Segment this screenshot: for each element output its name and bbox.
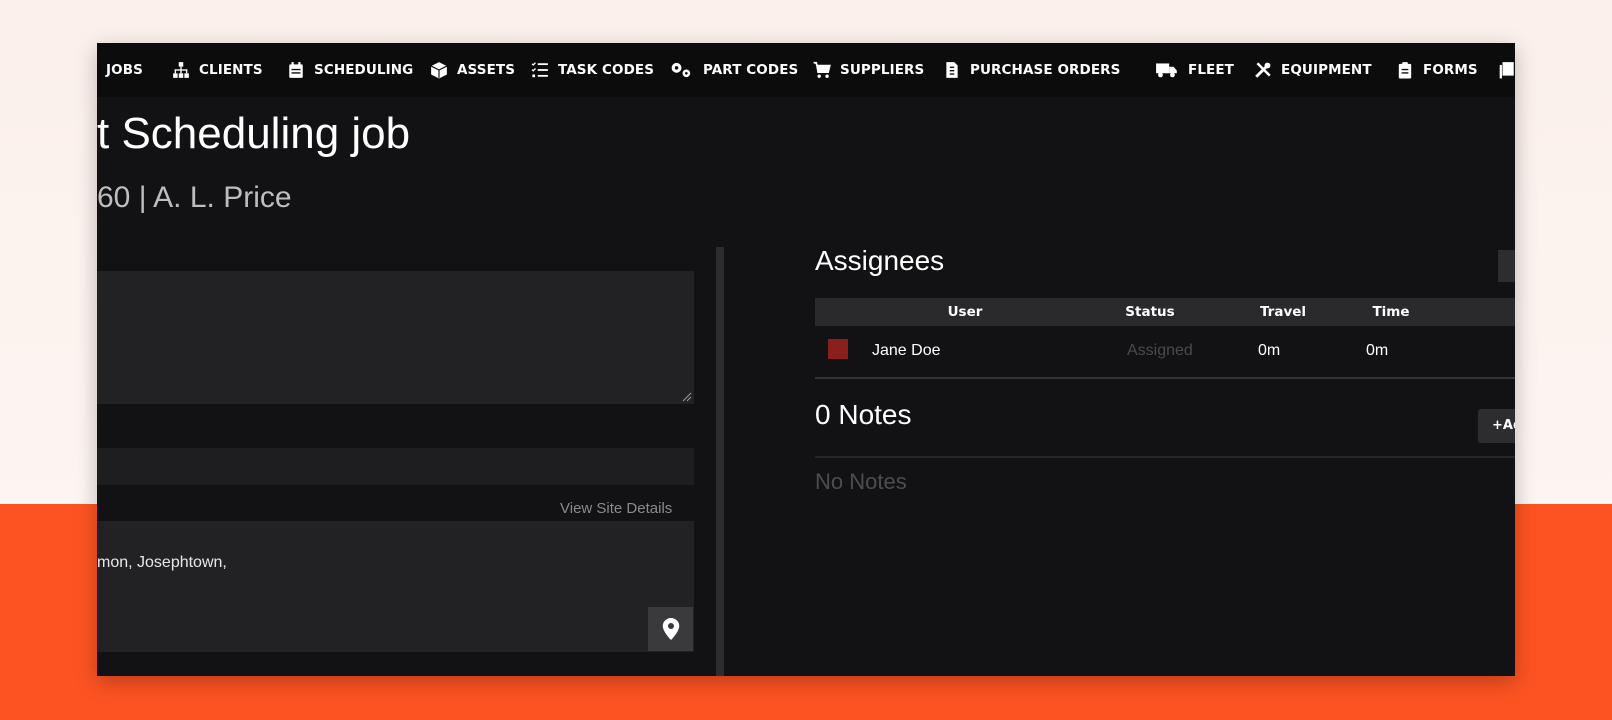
column-header-time: Time: [1372, 304, 1410, 320]
truck-icon: [1155, 61, 1179, 79]
calendar-icon: [287, 61, 305, 79]
assignee-status: Assigned: [1127, 342, 1193, 359]
notes-divider: [815, 456, 1515, 458]
nav-item-label: SCHEDULING: [314, 62, 414, 78]
documents-icon: [1498, 61, 1515, 79]
nav-item-part-codes[interactable]: PART CODES: [670, 43, 798, 97]
nav-item-fleet[interactable]: FLEET: [1155, 43, 1234, 97]
table-row[interactable]: Jane Doe Assigned 0m 0m: [815, 328, 1515, 374]
section-divider: [815, 377, 1515, 379]
page-subtitle: 60 | A. L. Price: [97, 181, 292, 214]
tools-icon: [1254, 61, 1272, 79]
nav-item-label: SUPPLIERS: [840, 62, 925, 78]
view-site-details-link[interactable]: View Site Details: [560, 500, 672, 517]
cube-icon: [430, 61, 448, 79]
nav-item-label: ASSETS: [457, 62, 516, 78]
site-address-box: mon, Josephtown,: [97, 521, 694, 652]
assignees-action-button[interactable]: [1498, 250, 1515, 282]
nav-item-label: FLEET: [1188, 62, 1234, 78]
nav-item-clients[interactable]: CLIENTS: [172, 43, 263, 97]
nav-item-label: TASK CODES: [558, 62, 655, 78]
assignee-name: Jane Doe: [872, 342, 941, 359]
nav-item-forms[interactable]: FORMS: [1396, 43, 1478, 97]
map-pin-button[interactable]: [648, 607, 693, 651]
nav-item-label: FORMS: [1423, 62, 1478, 78]
column-header-status: Status: [1125, 304, 1175, 320]
checklist-icon: [531, 61, 549, 79]
nav-item-label: PURCHASE ORDERS: [970, 62, 1121, 78]
column-header-user: User: [947, 304, 983, 320]
assignees-table-header: User Status Travel Time: [815, 298, 1515, 326]
nav-item-task-codes[interactable]: TASK CODES: [531, 43, 654, 97]
page-title: st Scheduling job: [97, 109, 411, 158]
nav-item-label: PART CODES: [703, 62, 799, 78]
nav-item-more[interactable]: [1498, 43, 1515, 97]
site-field[interactable]: [97, 448, 694, 485]
nav-item-label: EQUIPMENT: [1281, 62, 1372, 78]
nav-item-purchase-orders[interactable]: PURCHASE ORDERS: [943, 43, 1120, 97]
invoice-icon: [943, 61, 961, 79]
column-header-travel: Travel: [1259, 304, 1307, 320]
nav-item-suppliers[interactable]: SUPPLIERS: [813, 43, 924, 97]
nav-item-jobs[interactable]: JOBS: [97, 43, 143, 97]
nav-item-equipment[interactable]: EQUIPMENT: [1254, 43, 1372, 97]
nav-item-assets[interactable]: ASSETS: [430, 43, 515, 97]
assignee-color-swatch: [828, 339, 848, 359]
nav-item-label: JOBS: [106, 62, 143, 78]
assignee-time: 0m: [1366, 342, 1389, 359]
sitemap-icon: [172, 61, 190, 79]
app-window: JOBS CLIENTS SCHEDULING ASSETS TASK CODE…: [97, 43, 1515, 676]
description-textarea[interactable]: [97, 271, 694, 404]
no-notes-text: No Notes: [815, 469, 907, 494]
assignee-travel: 0m: [1258, 342, 1281, 359]
notes-heading: 0 Notes: [815, 399, 912, 430]
site-address: mon, Josephtown,: [97, 554, 227, 571]
gears-icon: [670, 61, 694, 79]
nav-item-label: CLIENTS: [199, 62, 263, 78]
top-navigation: JOBS CLIENTS SCHEDULING ASSETS TASK CODE…: [97, 43, 1515, 97]
assignees-heading: Assignees: [815, 245, 945, 276]
column-divider: [716, 247, 724, 676]
cart-icon: [813, 61, 831, 79]
resize-handle-icon[interactable]: [682, 392, 692, 402]
map-pin-icon: [662, 618, 679, 640]
add-note-button[interactable]: +Add: [1478, 409, 1515, 443]
nav-item-scheduling[interactable]: SCHEDULING: [287, 43, 413, 97]
clipboard-icon: [1396, 61, 1414, 79]
